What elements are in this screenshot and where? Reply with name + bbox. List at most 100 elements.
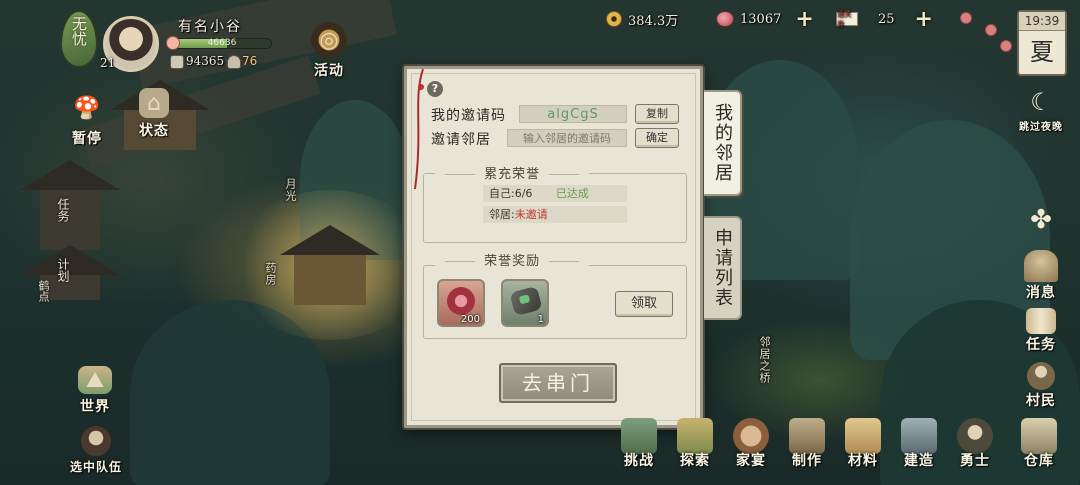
materials-icon xyxy=(845,418,881,454)
menu-warehouse[interactable]: 仓库 xyxy=(1012,418,1066,470)
bell-icon xyxy=(1024,250,1058,282)
add-gems-button[interactable]: + xyxy=(795,8,813,30)
explore-icon xyxy=(677,418,713,454)
map-label-neighbor-bridge: 邻居之桥 xyxy=(758,336,771,384)
self-progress-row: 自己:6/6 已达成 xyxy=(483,185,627,202)
menu-label: 勇士 xyxy=(960,453,990,469)
menu-challenge[interactable]: 挑战 xyxy=(612,418,666,470)
my-code-field: algCgS xyxy=(519,105,627,123)
reward-count: 1 xyxy=(537,314,544,325)
pharmacy-building[interactable] xyxy=(280,225,380,325)
person-icon xyxy=(227,55,241,69)
map-label-moonlight: 月光 xyxy=(284,178,297,202)
neighbor-status: 未邀请 xyxy=(514,208,548,221)
pause-label: 暂停 xyxy=(72,131,102,147)
invite-code-placeholder: 输入邻居的邀请码 xyxy=(523,132,611,145)
mushroom-icon: 🍄 xyxy=(73,95,101,121)
scroll-icon xyxy=(1026,308,1056,334)
menu-craft[interactable]: 制作 xyxy=(780,418,834,470)
menu-build[interactable]: 建造 xyxy=(892,418,946,470)
menu-banquet[interactable]: 家宴 xyxy=(724,418,778,470)
coin-value: 384.3万 xyxy=(628,13,679,29)
stat-house-value: 94365 xyxy=(186,54,225,68)
villager-icon xyxy=(1027,362,1055,390)
my-code-value: algCgS xyxy=(547,106,599,122)
blossom-menu-button[interactable]: ✤ xyxy=(1016,204,1066,236)
activity-button[interactable]: ◎ 活动 xyxy=(304,22,354,80)
warehouse-icon xyxy=(1021,418,1057,454)
banquet-icon xyxy=(733,418,769,454)
jade-ore-icon xyxy=(509,285,543,317)
menu-label: 建造 xyxy=(904,453,934,469)
red-rope-decoration xyxy=(414,69,424,189)
menu-explore[interactable]: 探索 xyxy=(668,418,722,470)
villagers-label: 村民 xyxy=(1026,393,1056,409)
skip-night-label: 跳过夜晚 xyxy=(1019,122,1063,133)
help-icon[interactable]: ? xyxy=(427,81,443,97)
reward-item-jade[interactable]: 1 xyxy=(501,279,549,327)
reward-title-text: 荣誉奖励 xyxy=(484,254,541,269)
player-name: 有名小谷 xyxy=(178,19,242,35)
task-button[interactable]: 任务 xyxy=(1016,308,1066,354)
self-status: 已达成 xyxy=(555,187,589,200)
ticket-icon: 通关券 xyxy=(836,10,858,28)
warrior-icon xyxy=(957,418,993,454)
news-label: 消息 xyxy=(1026,285,1056,301)
confirm-button[interactable]: 确定 xyxy=(635,128,679,148)
blossom-decoration xyxy=(1000,40,1012,52)
menu-label: 挑战 xyxy=(624,453,654,469)
select-team-button[interactable]: 选中队伍 xyxy=(64,426,128,475)
self-value: 6/6 xyxy=(514,187,533,200)
visit-neighbor-button[interactable]: 去串门 xyxy=(499,363,617,403)
pause-button[interactable]: 🍄 暂停 xyxy=(64,90,110,148)
tab-request-list[interactable]: 申请列表 xyxy=(704,216,742,320)
gem-value: 13067 xyxy=(740,11,782,27)
blossom-decoration xyxy=(960,12,972,24)
stat-people-value: 76 xyxy=(242,54,258,68)
gem-icon xyxy=(716,11,734,27)
news-button[interactable]: 消息 xyxy=(1016,250,1066,302)
reward-item-seal[interactable]: 200 xyxy=(437,279,485,327)
reward-title: 荣誉奖励 xyxy=(435,250,590,269)
lantern-icon: ◎ xyxy=(311,22,347,58)
menu-label: 材料 xyxy=(848,453,878,469)
menu-label: 家宴 xyxy=(736,453,766,469)
plan-side-tag[interactable]: 计划 xyxy=(55,258,72,282)
coin-icon xyxy=(606,11,622,27)
moon-icon: ☾ xyxy=(1030,88,1052,116)
world-button[interactable]: ⛰ 世界 xyxy=(70,366,120,416)
season-label: 夏 xyxy=(1030,38,1054,66)
exp-text: 46636 xyxy=(207,38,237,48)
peach-icon xyxy=(166,36,180,50)
villagers-button[interactable]: 村民 xyxy=(1016,362,1066,410)
building-icon: ⌂ xyxy=(139,88,169,118)
honor-title: 累充荣誉 xyxy=(435,163,590,182)
craft-icon xyxy=(789,418,825,454)
ticket-counter: 通关券 25 + xyxy=(836,8,933,30)
task-side-tag[interactable]: 任务 xyxy=(55,198,72,222)
add-tickets-button[interactable]: + xyxy=(915,8,933,30)
status-label: 状态 xyxy=(139,123,169,139)
invite-code-input[interactable]: 输入邻居的邀请码 xyxy=(507,129,627,147)
reward-count: 200 xyxy=(460,314,480,325)
activity-label: 活动 xyxy=(314,63,344,79)
task-label: 任务 xyxy=(1026,337,1056,353)
blossom-decoration xyxy=(985,24,997,36)
team-portrait-icon xyxy=(81,426,111,456)
menu-label: 制作 xyxy=(792,453,822,469)
invite-neighbor-label: 邀请邻居 xyxy=(431,132,491,148)
status-badge-label: 无忧 xyxy=(70,16,88,46)
challenge-icon xyxy=(621,418,657,454)
clock-panel[interactable]: 19:39 夏 xyxy=(1017,10,1067,76)
tab-my-neighbors[interactable]: 我的邻居 xyxy=(704,90,742,196)
menu-warrior[interactable]: 勇士 xyxy=(948,418,1002,470)
menu-materials[interactable]: 材料 xyxy=(836,418,890,470)
status-button[interactable]: ⌂ 状态 xyxy=(130,88,178,140)
menu-label: 探索 xyxy=(680,453,710,469)
flower-icon: ✤ xyxy=(1030,205,1052,235)
copy-button[interactable]: 复制 xyxy=(635,104,679,124)
map-label-pharmacy: 药房 xyxy=(264,262,277,286)
skip-night-button[interactable]: ☾ 跳过夜晚 xyxy=(1016,86,1066,133)
coin-counter: 384.3万 xyxy=(606,8,678,30)
claim-button[interactable]: 领取 xyxy=(615,291,673,317)
